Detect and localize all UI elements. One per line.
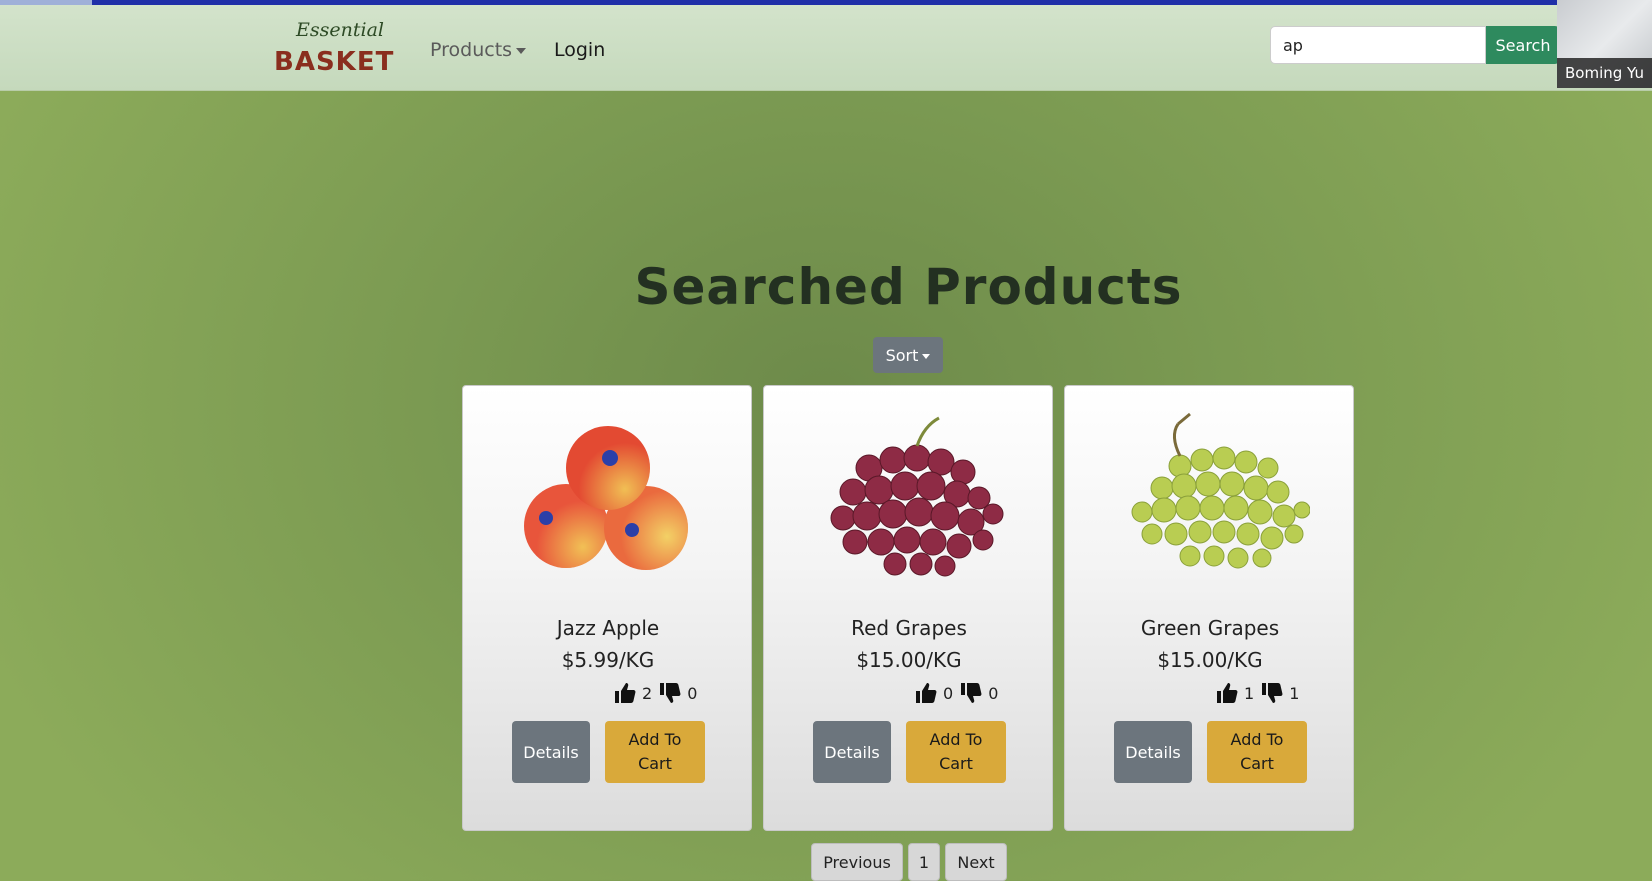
dislike-count: 0 (988, 683, 999, 703)
like-count: 2 (642, 683, 653, 703)
product-price: $5.99/KG (561, 648, 655, 672)
thumbs-up-icon[interactable] (613, 681, 637, 705)
details-button[interactable]: Details (1114, 721, 1192, 783)
details-button[interactable]: Details (512, 721, 590, 783)
product-price: $15.00/KG (856, 648, 962, 672)
thumbs-up-icon[interactable] (914, 681, 938, 705)
apple-image (524, 426, 688, 570)
dislike-count: 0 (687, 683, 698, 703)
thumbs-down-icon[interactable] (658, 681, 682, 705)
chevron-down-icon (922, 353, 931, 359)
products-dropdown[interactable]: Products (430, 39, 527, 61)
product-price: $15.00/KG (1157, 648, 1263, 672)
product-card: Red Grapes $15.00/KG 0 0 Details Add To … (763, 385, 1053, 831)
chevron-down-icon (516, 47, 527, 54)
search-input[interactable] (1270, 26, 1486, 64)
logo-main-text: BASKET (274, 47, 395, 77)
video-participant-tile: Boming Yu (1557, 0, 1652, 88)
next-page-button[interactable]: Next (945, 843, 1007, 881)
product-name: Red Grapes (851, 616, 967, 640)
product-votes: 1 1 (1215, 680, 1305, 706)
product-votes: 0 0 (914, 680, 1004, 706)
navbar: Essential BASKET Products Login Search (0, 5, 1652, 91)
add-to-cart-button[interactable]: Add To Cart (906, 721, 1006, 783)
previous-page-button[interactable]: Previous (811, 843, 903, 881)
product-card: Jazz Apple $5.99/KG 2 0 Details Add To C… (462, 385, 752, 831)
add-to-cart-button[interactable]: Add To Cart (1207, 721, 1307, 783)
product-votes: 2 0 (613, 680, 703, 706)
like-count: 1 (1244, 683, 1255, 703)
page-title: Searched Products (634, 258, 1183, 316)
sort-button-label: Sort (885, 345, 919, 365)
products-dropdown-label: Products (430, 39, 513, 61)
sort-button[interactable]: Sort (873, 337, 943, 373)
thumbs-down-icon[interactable] (1260, 681, 1284, 705)
brand-logo[interactable]: Essential BASKET (272, 15, 395, 83)
details-button[interactable]: Details (813, 721, 891, 783)
search-button[interactable]: Search (1486, 26, 1560, 64)
add-to-cart-button[interactable]: Add To Cart (605, 721, 705, 783)
logo-script-text: Essential (296, 19, 384, 41)
like-count: 0 (943, 683, 954, 703)
green-grapes-image (1131, 412, 1310, 569)
dislike-count: 1 (1289, 683, 1300, 703)
participant-name: Boming Yu (1557, 58, 1652, 88)
red-grapes-image (830, 416, 1004, 577)
login-link[interactable]: Login (554, 39, 605, 61)
product-card: Green Grapes $15.00/KG 1 1 Details Add T… (1064, 385, 1354, 831)
product-name: Jazz Apple (556, 616, 660, 640)
page-1-button[interactable]: 1 (908, 843, 940, 881)
thumbs-up-icon[interactable] (1215, 681, 1239, 705)
thumbs-down-icon[interactable] (959, 681, 983, 705)
product-name: Green Grapes (1140, 616, 1280, 640)
